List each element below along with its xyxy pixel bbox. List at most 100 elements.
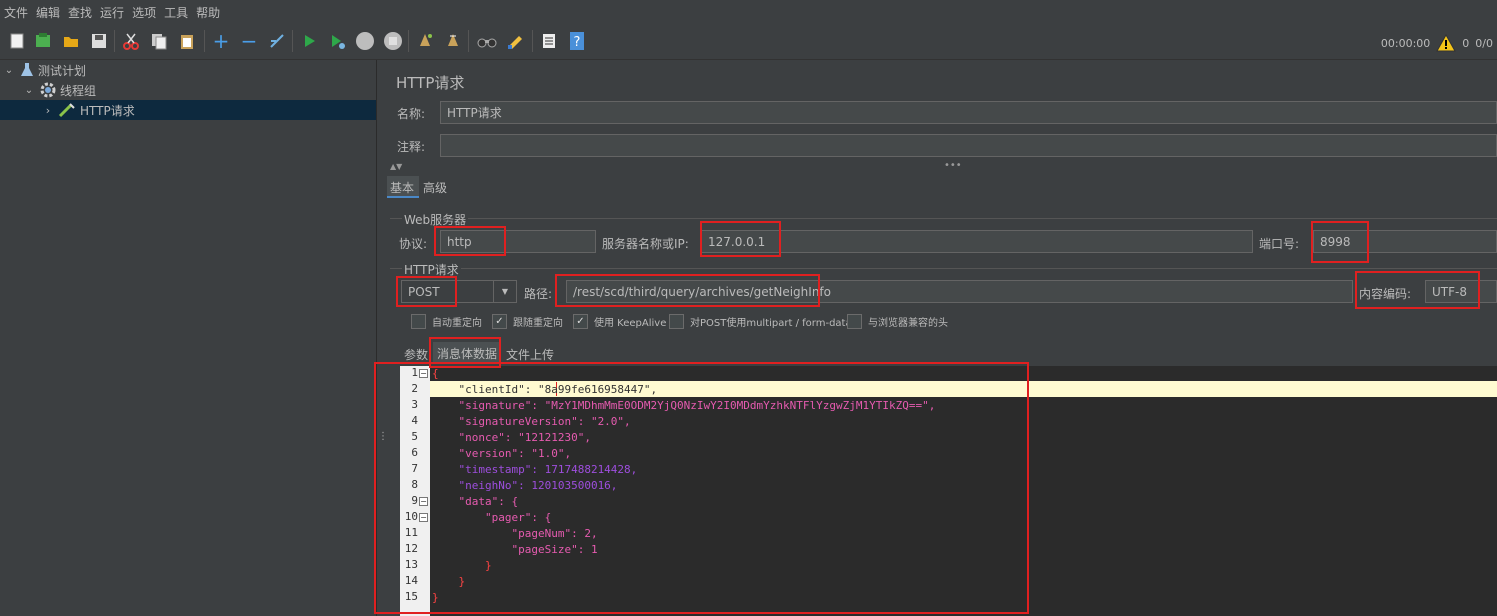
svg-text:?: ? bbox=[574, 35, 581, 50]
option-auto-redirect[interactable]: 自动重定向 bbox=[411, 314, 482, 329]
code-line: } bbox=[432, 575, 466, 588]
drag-handle-icon[interactable]: ••• bbox=[944, 160, 962, 171]
reset-search-icon[interactable] bbox=[504, 30, 526, 52]
keepalive-checkbox[interactable]: ✓ bbox=[573, 314, 588, 329]
warning-icon[interactable] bbox=[1436, 34, 1457, 52]
tree-label-http-request: HTTP请求 bbox=[80, 103, 135, 118]
line-number: 4 bbox=[411, 414, 418, 427]
option-follow-redirect[interactable]: ✓ 跟随重定向 bbox=[492, 314, 563, 329]
port-label: 端口号: bbox=[1259, 237, 1300, 251]
add-icon[interactable]: + bbox=[210, 29, 232, 53]
panel-title: HTTP请求 bbox=[396, 74, 465, 92]
option-multipart[interactable]: 对POST使用multipart / form-data bbox=[669, 314, 852, 329]
menu-run[interactable]: 运行 bbox=[96, 4, 128, 21]
path-input[interactable]: /rest/scd/third/query/archives/getNeighI… bbox=[566, 280, 1353, 303]
code-line: "timestamp": 1717488214428, bbox=[432, 463, 638, 476]
function-helper-icon[interactable] bbox=[538, 30, 560, 52]
start-icon[interactable] bbox=[298, 30, 320, 52]
auto-redirect-checkbox[interactable] bbox=[411, 314, 426, 329]
option-browser-headers[interactable]: 与浏览器兼容的头 bbox=[847, 314, 948, 329]
path-label: 路径: bbox=[524, 287, 553, 301]
toggle-icon[interactable] bbox=[266, 30, 288, 52]
browser-headers-checkbox[interactable] bbox=[847, 314, 862, 329]
fold-icon[interactable]: − bbox=[419, 497, 428, 506]
code-line: "signature": "MzY1MDhmMmE0ODM2YjQ0NzIwY2… bbox=[432, 399, 936, 412]
line-number: 7 bbox=[411, 462, 418, 475]
auto-redirect-label: 自动重定向 bbox=[432, 318, 482, 329]
tab-file-upload[interactable]: 文件上传 bbox=[506, 346, 554, 363]
splitter[interactable] bbox=[376, 60, 386, 616]
remove-icon[interactable]: − bbox=[238, 29, 260, 53]
code-line: "pager": { bbox=[432, 511, 552, 524]
tab-advanced[interactable]: 高级 bbox=[423, 179, 447, 196]
menu-tools[interactable]: 工具 bbox=[160, 4, 192, 21]
line-number: 6 bbox=[411, 446, 418, 459]
shutdown-icon[interactable] bbox=[382, 30, 404, 52]
toolbar: + − ? bbox=[0, 24, 1497, 60]
menu-edit[interactable]: 编辑 bbox=[32, 4, 64, 21]
comment-input[interactable] bbox=[440, 134, 1497, 157]
browser-headers-label: 与浏览器兼容的头 bbox=[868, 318, 948, 329]
open-icon[interactable] bbox=[60, 30, 82, 52]
encoding-input[interactable]: UTF-8 bbox=[1425, 280, 1497, 303]
line-number: 14 bbox=[404, 574, 418, 587]
chevron-down-icon[interactable]: ⌄ bbox=[22, 85, 36, 96]
tree-label-test-plan: 测试计划 bbox=[38, 63, 87, 78]
line-number: 15 bbox=[404, 590, 418, 603]
stop-icon[interactable] bbox=[354, 30, 376, 52]
follow-redirect-label: 跟随重定向 bbox=[513, 318, 563, 329]
tree-label-thread-group: 线程组 bbox=[60, 83, 97, 98]
menu-search[interactable]: 查找 bbox=[64, 4, 96, 21]
new-icon[interactable] bbox=[6, 30, 28, 52]
save-icon[interactable] bbox=[88, 30, 110, 52]
tab-basic[interactable]: 基本 bbox=[387, 176, 419, 198]
port-input[interactable]: 8998 bbox=[1313, 230, 1497, 253]
pipette-icon bbox=[58, 103, 75, 118]
elapsed-time: 00:00:00 bbox=[1380, 36, 1431, 50]
chevron-right-icon[interactable]: › bbox=[42, 104, 54, 117]
protocol-input[interactable]: http bbox=[440, 230, 596, 253]
follow-redirect-checkbox[interactable]: ✓ bbox=[492, 314, 507, 329]
tree-item-thread-group[interactable]: ⌄ 线程组 bbox=[22, 80, 376, 100]
name-label: 名称: bbox=[397, 107, 426, 121]
server-input[interactable]: 127.0.0.1 bbox=[701, 230, 1253, 253]
tab-parameters[interactable]: 参数 bbox=[404, 346, 428, 363]
start-no-pause-icon[interactable] bbox=[326, 30, 348, 52]
menu-file[interactable]: 文件 bbox=[0, 4, 32, 21]
code-line: "signatureVersion": "2.0", bbox=[432, 415, 631, 428]
fold-icon[interactable]: − bbox=[419, 369, 428, 378]
multipart-checkbox[interactable] bbox=[669, 314, 684, 329]
option-keepalive[interactable]: ✓ 使用 KeepAlive bbox=[573, 314, 666, 329]
line-number: 12 bbox=[404, 542, 418, 555]
templates-icon[interactable] bbox=[32, 30, 54, 52]
help-icon[interactable]: ? bbox=[566, 30, 588, 52]
line-number: 2 bbox=[411, 382, 418, 395]
tab-body-data[interactable]: 消息体数据 bbox=[433, 342, 502, 364]
chevron-down-icon[interactable]: ▼ bbox=[493, 281, 516, 302]
tree-item-test-plan[interactable]: ⌄ 测试计划 bbox=[2, 60, 376, 80]
clear-icon[interactable] bbox=[414, 30, 436, 52]
paste-icon[interactable] bbox=[176, 30, 198, 52]
clear-all-icon[interactable] bbox=[442, 30, 464, 52]
copy-icon[interactable] bbox=[148, 30, 170, 52]
menu-help[interactable]: 帮助 bbox=[192, 4, 224, 21]
line-number: 9 bbox=[411, 494, 418, 507]
cut-icon[interactable] bbox=[120, 30, 142, 52]
name-input[interactable]: HTTP请求 bbox=[440, 101, 1497, 124]
code-line: "clientId": "8a99fe616958447", bbox=[432, 383, 658, 396]
chevron-down-icon[interactable]: ⌄ bbox=[2, 65, 16, 76]
http-request-section-title: HTTP请求 bbox=[402, 261, 461, 278]
method-select[interactable]: POST ▼ bbox=[401, 280, 517, 303]
line-number: 1 bbox=[411, 366, 418, 379]
line-number: 13 bbox=[404, 558, 418, 571]
search-icon[interactable] bbox=[476, 30, 498, 52]
thread-count: 0/0 bbox=[1475, 36, 1493, 50]
tree-item-http-request[interactable]: › HTTP请求 bbox=[0, 100, 376, 120]
code-line: "pageNum": 2, bbox=[432, 527, 598, 540]
fold-icon[interactable]: − bbox=[419, 513, 428, 522]
menu-options[interactable]: 选项 bbox=[128, 4, 160, 21]
collapse-arrows-icon[interactable]: ▲▼ bbox=[390, 162, 402, 171]
code-line: "nonce": "12121230", bbox=[432, 431, 591, 444]
drag-handle-icon[interactable]: ⋮ bbox=[378, 432, 388, 442]
code-line: } bbox=[432, 559, 492, 572]
